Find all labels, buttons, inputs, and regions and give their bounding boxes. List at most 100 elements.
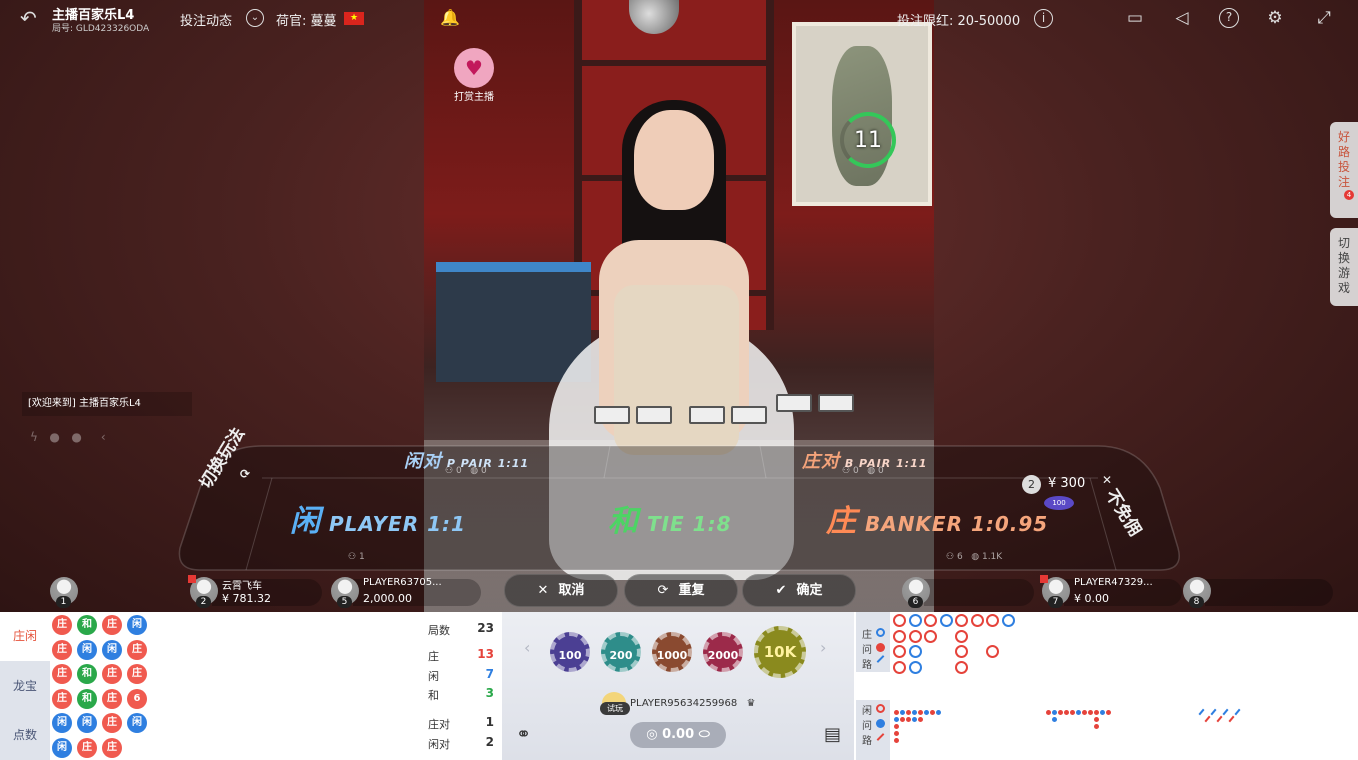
tab-dragon-bonus[interactable]: 龙宝	[0, 662, 50, 711]
bell-icon[interactable]: 🔔	[440, 8, 460, 27]
chevron-right-icon[interactable]: ›	[820, 638, 826, 657]
confirm-button[interactable]: ✔ 确定	[742, 574, 856, 607]
legend-player: 闲	[862, 706, 872, 717]
banker-bet-zone[interactable]: 庄 BANKER 1:0.95	[826, 496, 1048, 540]
road-slash	[1204, 715, 1211, 723]
ring-icon	[876, 628, 885, 637]
rounds-value: 23	[477, 621, 494, 635]
repeat-button[interactable]: ⟳ 重复	[624, 574, 738, 607]
trial-badge: 试玩	[600, 702, 630, 715]
road-dot	[1094, 724, 1099, 729]
tie-value: 3	[485, 686, 494, 700]
road-ring	[955, 614, 968, 627]
placed-chip: 100	[1044, 496, 1074, 510]
seat-info-bg	[1205, 579, 1333, 606]
player-bet-zone[interactable]: 闲 PLAYER 1:1	[290, 496, 466, 540]
road-ring	[1001, 614, 1015, 627]
bottom-panel: 庄闲 龙宝 点数 庄和庄闲庄闲闲庄庄和庄庄庄和庄6闲闲庄闲闲庄庄 局数 23 庄…	[0, 612, 1358, 760]
slash-icon	[876, 655, 885, 663]
road-dot	[918, 717, 923, 722]
road-ring	[893, 614, 906, 627]
bead: 6	[127, 688, 147, 709]
user-name: PLAYER95634259968	[630, 698, 738, 709]
seat-number: 6	[908, 596, 923, 608]
legend-road: 路	[862, 736, 872, 747]
history-icon[interactable]: ▤	[824, 724, 841, 745]
seat-number: 7	[1048, 596, 1063, 608]
gift-icon[interactable]: ●	[71, 430, 81, 444]
speaker-icon[interactable]: ◁	[1172, 8, 1192, 28]
tab-banker-player[interactable]: 庄闲	[0, 612, 50, 661]
switch-mode-icon: ⟳	[240, 467, 251, 481]
good-road-button[interactable]: 好路投注 4	[1330, 122, 1358, 218]
banker-label: 庄	[428, 650, 439, 663]
banker-value: 13	[477, 647, 494, 661]
bet-count-badge: 2	[1022, 475, 1041, 494]
tie-label: 和	[428, 689, 439, 702]
confirm-label: 确定	[796, 583, 823, 598]
close-icon: ✕	[1102, 473, 1113, 487]
road-ring	[908, 614, 922, 627]
bead: 庄	[52, 688, 72, 709]
bead: 庄	[52, 615, 72, 635]
player-pair-count: ⚇ 0 ◍ 0	[445, 466, 487, 476]
chip-100[interactable]: 100	[550, 632, 590, 672]
video-icon[interactable]: ▭	[1125, 8, 1145, 28]
tip-anchor-button[interactable]: ♥ 打赏主播	[452, 48, 496, 103]
legend-banker: 庄	[862, 630, 872, 641]
road-dot	[894, 724, 899, 729]
road-ring	[893, 660, 906, 674]
road-dot	[918, 710, 923, 715]
crown-icon: ♛	[746, 698, 756, 709]
chip-200[interactable]: 200	[601, 632, 641, 672]
road-ring	[955, 660, 968, 674]
seat-number: 1	[56, 596, 71, 608]
chevron-down-icon[interactable]: ⌄	[246, 9, 264, 27]
info-icon[interactable]: i	[1034, 9, 1053, 28]
road-ring	[939, 614, 953, 627]
chip-1000[interactable]: 1000	[652, 632, 692, 672]
road-ring	[908, 629, 922, 643]
repeat-label: 重复	[678, 583, 705, 598]
lightning-icon[interactable]: ϟ	[30, 430, 38, 444]
switch-game-button[interactable]: 切换游戏	[1330, 228, 1358, 306]
bead: 闲	[77, 639, 97, 660]
road-dot	[1046, 710, 1051, 715]
bead: 和	[77, 688, 97, 709]
road-maps: 庄 问 路 闲 问 路	[856, 612, 1358, 760]
road-dot	[1070, 710, 1075, 715]
gear-icon[interactable]: ⚙	[1265, 8, 1285, 28]
seat-balance: ¥ 781.32	[222, 592, 271, 605]
chevron-left-icon[interactable]: ‹	[101, 430, 106, 444]
legend-road: 路	[862, 660, 872, 671]
player-pair-label: 闲对	[428, 738, 450, 751]
refresh-icon: ⟳	[657, 583, 669, 598]
tie-bet-zone[interactable]: 和 TIE 1:8	[608, 496, 732, 540]
chip-2000[interactable]: 2000	[703, 632, 743, 672]
road-dot	[924, 710, 929, 715]
seat-balance: 2,000.00	[363, 592, 412, 605]
round-stats: 局数 23 庄 13 闲 7 和 3 庄对 1 闲对 2	[420, 612, 500, 760]
table-switch-icon[interactable]: ⚭	[516, 724, 531, 745]
back-icon[interactable]: ↶	[20, 7, 42, 29]
road-dot	[894, 710, 899, 715]
help-icon[interactable]: ?	[1219, 8, 1239, 28]
fullscreen-icon[interactable]: ⤢	[1314, 8, 1334, 28]
tab-points[interactable]: 点数	[0, 711, 50, 760]
road-dot	[894, 717, 899, 722]
seat-number: 5	[337, 596, 352, 608]
bead: 闲	[52, 737, 72, 758]
big-road-legend: 庄 问 路	[856, 612, 890, 672]
ring-icon	[876, 704, 885, 713]
cancel-button[interactable]: ✕ 取消	[504, 574, 618, 607]
good-road-badge: 4	[1344, 190, 1354, 200]
balance-display: ◎ 0.00 ⬭	[630, 722, 726, 748]
bead: 庄	[102, 688, 122, 709]
road-ring	[924, 614, 937, 627]
chevron-left-icon[interactable]: ‹	[524, 638, 530, 657]
emoji-icon[interactable]: ●	[49, 430, 59, 444]
legend-ask: 问	[862, 721, 872, 732]
road-dot	[1100, 710, 1105, 715]
chip-10k[interactable]: 10K	[754, 626, 806, 678]
bet-feed-button[interactable]: 投注动态	[180, 10, 232, 29]
